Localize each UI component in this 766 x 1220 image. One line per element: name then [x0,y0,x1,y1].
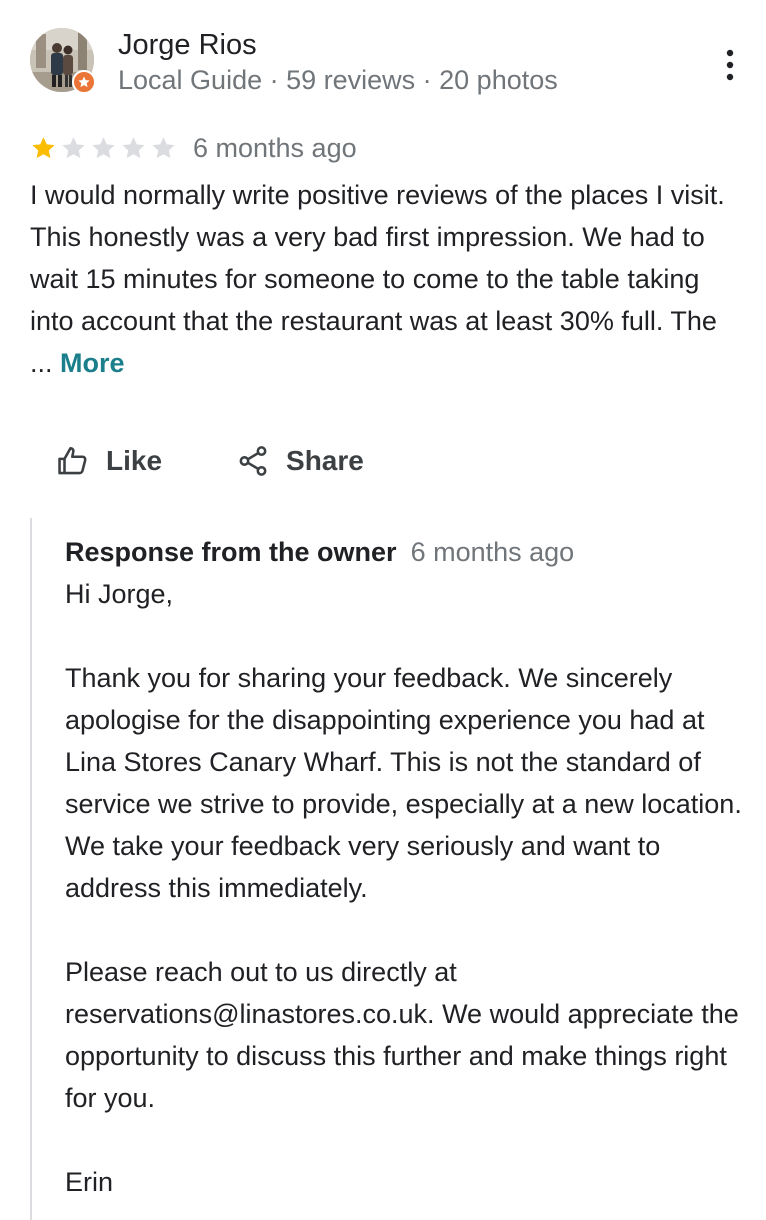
owner-response-date: 6 months ago [410,537,575,567]
owner-response-body: Hi Jorge, Thank you for sharing your fee… [65,573,745,1203]
owner-response-paragraph: Please reach out to us directly at reser… [65,957,739,1113]
review-actions: Like Share [56,438,364,484]
reviewer-name[interactable]: Jorge Rios [118,28,257,62]
owner-response: Response from the owner 6 months ago Hi J… [30,518,742,1220]
owner-response-signoff: Erin [65,1167,114,1197]
review-text: I would normally write positive reviews … [30,174,740,384]
like-button[interactable]: Like [56,444,162,478]
owner-response-title: Response from the owner [65,537,397,567]
more-link[interactable]: More [60,348,125,378]
review-body: I would normally write positive reviews … [30,180,725,378]
owner-response-greeting: Hi Jorge, [65,579,174,609]
share-button[interactable]: Share [236,444,364,478]
more-vert-icon[interactable] [720,48,740,82]
share-label: Share [286,445,364,476]
reviewer-meta: Local Guide · 59 reviews · 20 photos [118,65,558,95]
star-rating [30,135,177,162]
local-guide-badge-icon [72,70,96,94]
star-empty-icon [122,136,145,158]
owner-response-header: Response from the owner 6 months ago [65,534,574,570]
review-date: 6 months ago [193,132,357,163]
rating-row: 6 months ago [30,130,357,166]
star-empty-icon [62,136,85,158]
owner-response-paragraph: Thank you for sharing your feedback. We … [65,663,742,903]
star-filled-icon [32,136,55,158]
thumb-up-icon [58,446,87,475]
star-empty-icon [152,136,175,158]
star-empty-icon [92,136,115,158]
reviewer-header: Jorge Rios Local Guide · 59 reviews · 20… [30,28,736,96]
like-label: Like [106,445,163,476]
share-icon [239,446,267,476]
